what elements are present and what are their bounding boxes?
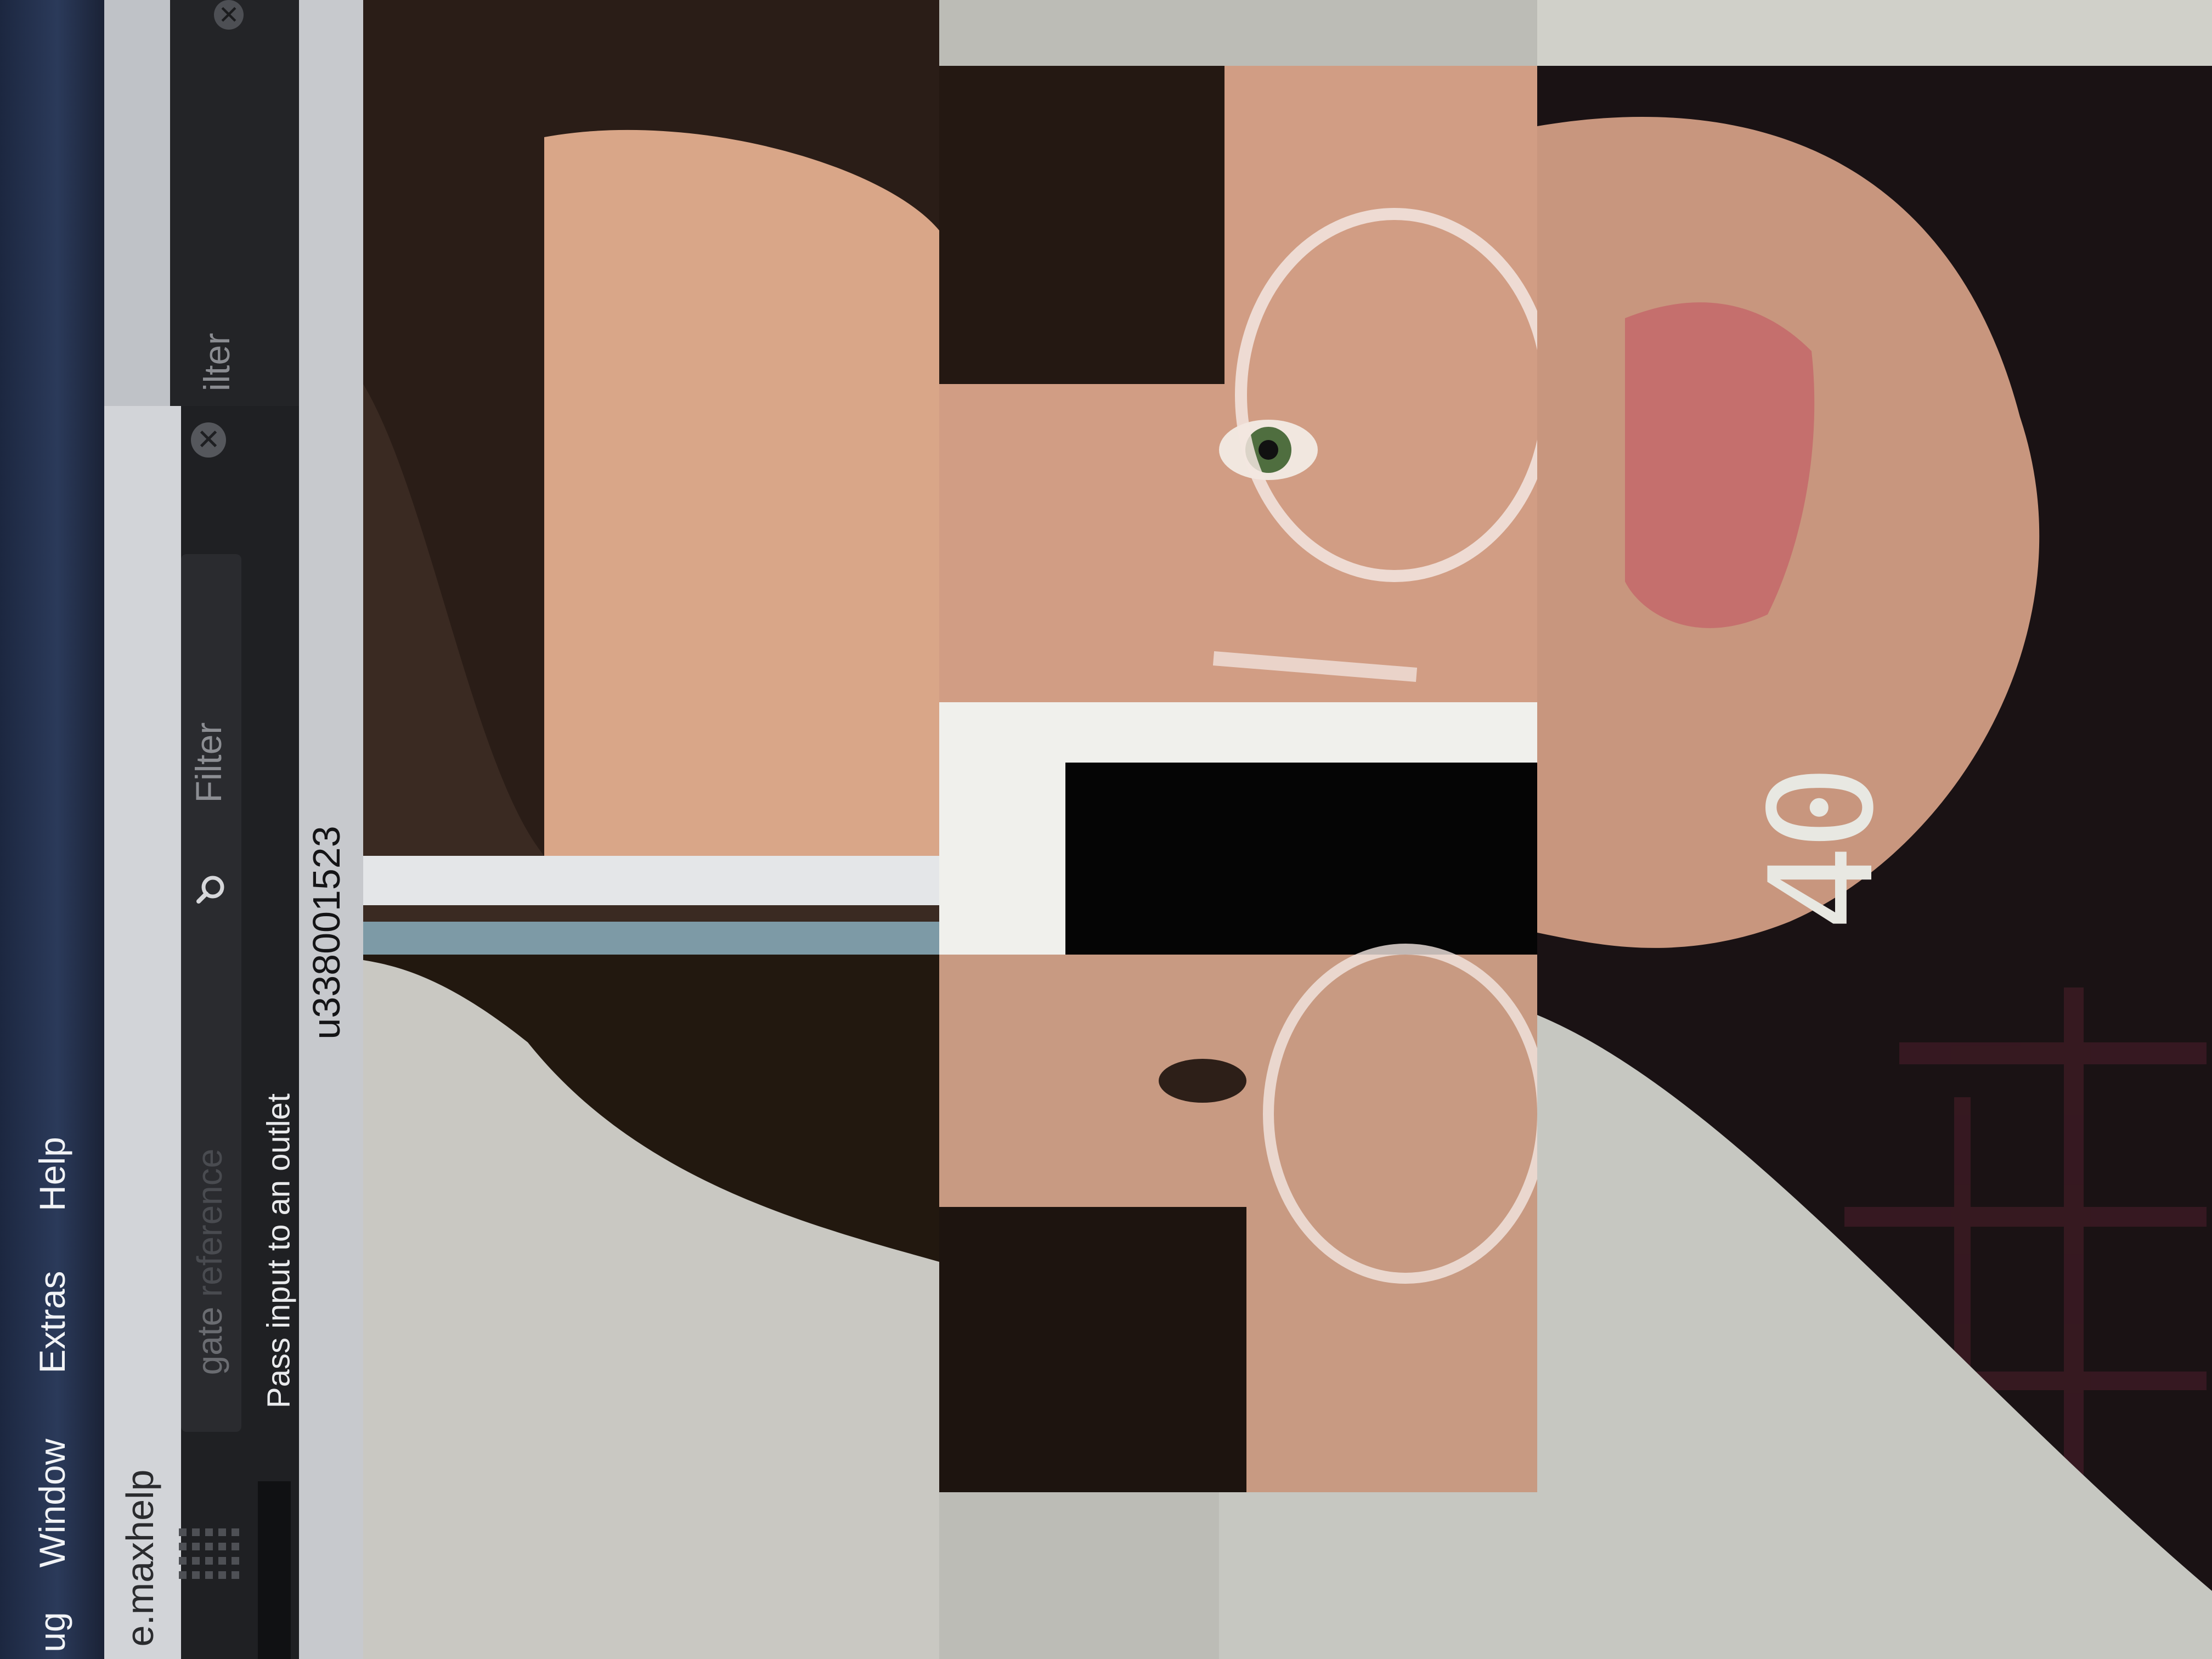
camera-view: 40 — [363, 0, 2212, 1659]
window-title: e.maxhelp — [119, 1469, 161, 1647]
menu-item-help[interactable]: Help — [31, 1137, 73, 1211]
grid-icon[interactable] — [176, 1525, 241, 1585]
menu-item-debug[interactable]: ug — [31, 1612, 73, 1652]
object-id-label: u338001523 — [305, 826, 348, 1040]
background-filter-placeholder: ilter — [196, 332, 237, 392]
background-window-titlebar — [104, 0, 170, 406]
reference-description: Pass input to an outlet — [261, 1093, 297, 1408]
reference-entry-kind: reference — [190, 1148, 229, 1297]
close-icon[interactable]: ✕ — [191, 422, 226, 458]
close-icon[interactable]: ✕ — [214, 0, 244, 30]
window-edge — [258, 1481, 291, 1659]
camera-image — [363, 0, 2212, 1659]
reference-entry-name: gate — [190, 1306, 229, 1375]
menu-item-window[interactable]: Window — [31, 1439, 73, 1568]
filter-placeholder: Filter — [188, 722, 229, 803]
menu-item-extras[interactable]: Extras — [31, 1271, 73, 1373]
search-icon — [196, 876, 224, 904]
menu-bar: ug Window Extras Help — [0, 0, 104, 1659]
list-item[interactable]: gate reference — [189, 1149, 230, 1375]
phone-screen-readout: 40 — [1740, 770, 1905, 931]
